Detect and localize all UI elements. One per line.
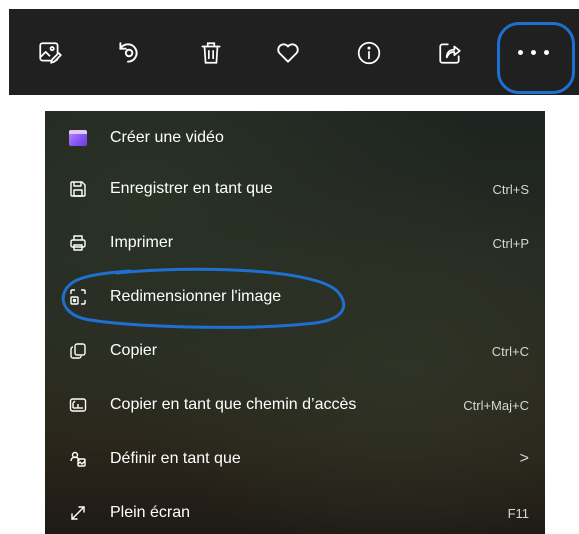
menu-item-copy[interactable]: Copier Ctrl+C <box>45 324 545 378</box>
menu-item-set-as[interactable]: Définir en tant que > <box>45 432 545 486</box>
menu-item-shortcut: F11 <box>507 505 529 521</box>
trash-icon <box>201 42 221 64</box>
menu-item-label: Enregistrer en tant que <box>110 180 273 197</box>
submenu-chevron-icon: > <box>519 450 529 467</box>
set-as-icon <box>67 448 89 470</box>
menu-item-label: Plein écran <box>110 504 191 521</box>
delete-button[interactable] <box>195 37 227 69</box>
menu-item-create-video[interactable]: Créer une vidéo <box>45 111 545 165</box>
share-button[interactable] <box>434 37 466 69</box>
menu-item-shortcut: Ctrl+S <box>492 181 529 197</box>
menu-item-resize-image[interactable]: Redimensionner l'image <box>45 270 545 324</box>
rotate-button[interactable] <box>112 37 144 69</box>
fullscreen-icon <box>67 502 89 524</box>
print-icon <box>67 232 89 254</box>
info-button[interactable] <box>353 37 385 69</box>
edit-image-button[interactable] <box>34 37 66 69</box>
info-icon <box>357 41 381 65</box>
resize-image-icon <box>67 286 89 308</box>
menu-item-label: Imprimer <box>110 234 174 251</box>
photo-toolbar <box>9 9 579 95</box>
copy-path-icon <box>67 394 89 416</box>
menu-item-shortcut: Ctrl+Maj+C <box>463 397 529 413</box>
more-icon <box>517 49 523 55</box>
menu-item-label: Redimensionner l'image <box>110 288 282 305</box>
heart-icon <box>277 43 299 63</box>
menu-item-label: Copier en tant que chemin d’accès <box>110 396 357 413</box>
menu-item-label: Définir en tant que <box>110 450 241 467</box>
menu-item-label: Copier <box>110 342 158 359</box>
edit-image-icon <box>39 42 62 64</box>
menu-item-shortcut: Ctrl+P <box>492 235 529 251</box>
more-button[interactable] <box>498 23 568 81</box>
rotate-icon <box>119 42 138 63</box>
menu-item-fullscreen[interactable]: Plein écran F11 <box>45 486 545 534</box>
save-icon <box>67 178 89 200</box>
context-menu: Créer une vidéo Enregistrer en tant que … <box>45 111 545 534</box>
more-icon-dot <box>543 49 549 55</box>
favorite-button[interactable] <box>272 37 304 69</box>
menu-item-shortcut: Ctrl+C <box>491 343 529 359</box>
copy-icon <box>67 340 89 362</box>
menu-item-copy-as-path[interactable]: Copier en tant que chemin d’accès Ctrl+M… <box>45 378 545 432</box>
menu-item-print[interactable]: Imprimer Ctrl+P <box>45 216 545 270</box>
menu-item-save-as[interactable]: Enregistrer en tant que Ctrl+S <box>45 162 545 216</box>
menu-item-label: Créer une vidéo <box>110 129 224 146</box>
more-icon-dot <box>530 49 536 55</box>
share-icon <box>439 43 461 64</box>
video-clapper-icon <box>67 127 89 149</box>
